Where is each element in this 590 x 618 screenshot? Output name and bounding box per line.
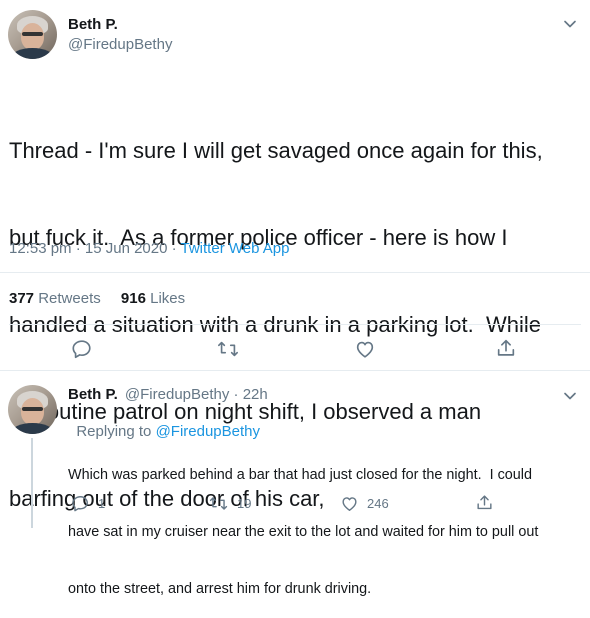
reply-icon[interactable] <box>71 338 93 360</box>
reply-tweet-header: Beth P. @FiredupBethy · 22h <box>68 386 268 403</box>
reply-tweet-text-line: onto the street, and arrest him for drun… <box>68 581 372 597</box>
main-tweet-source[interactable]: Twitter Web App <box>181 240 290 257</box>
like-icon <box>340 494 359 513</box>
divider <box>9 324 581 325</box>
reply-tweet-avatar[interactable] <box>8 385 57 434</box>
main-tweet-stats: 377 Retweets 916 Likes <box>9 290 185 307</box>
like-count: 246 <box>367 496 389 511</box>
main-tweet-author-name[interactable]: Beth P. <box>68 16 118 33</box>
reply-tweet-handle-time[interactable]: @FiredupBethy · 22h <box>125 386 268 403</box>
divider <box>0 272 590 273</box>
reply-tweet-text-line: Which was parked behind a bar that had j… <box>68 467 532 483</box>
main-tweet-timestamp-row: 12:53 pm · 15 Jun 2020 · Twitter Web App <box>9 240 289 257</box>
retweets-label: Retweets <box>38 290 101 307</box>
likes-count: 916 <box>120 290 146 307</box>
main-tweet-timestamp[interactable]: 12:53 pm · 15 Jun 2020 · <box>9 240 181 257</box>
reply-tweet-text: Which was parked behind a bar that had j… <box>68 428 538 618</box>
main-tweet-avatar[interactable] <box>8 10 57 59</box>
retweet-count: 19 <box>237 496 252 511</box>
retweet-icon[interactable] <box>216 338 240 360</box>
main-tweet-text-line: Thread - I'm sure I will get savaged onc… <box>9 138 543 163</box>
reply-action-retweet[interactable]: 19 <box>208 494 251 513</box>
retweets-stat[interactable]: 377 Retweets <box>9 290 105 307</box>
reply-action-reply[interactable]: 1 <box>71 494 105 513</box>
retweets-count: 377 <box>9 290 35 307</box>
chevron-down-icon[interactable] <box>560 14 580 34</box>
chevron-down-icon[interactable] <box>560 386 580 406</box>
main-tweet-author-handle[interactable]: @FiredupBethy <box>68 36 172 53</box>
reply-count: 1 <box>98 496 106 511</box>
reply-action-like[interactable]: 246 <box>340 494 389 513</box>
reply-tweet-text-line: have sat in my cruiser near the exit to … <box>68 524 539 540</box>
divider <box>0 370 590 371</box>
retweet-icon <box>208 494 229 513</box>
share-icon[interactable] <box>475 493 494 512</box>
reply-icon <box>71 494 90 513</box>
share-icon[interactable] <box>495 337 517 359</box>
thread-line <box>31 438 33 528</box>
likes-label: Likes <box>150 290 186 307</box>
likes-stat[interactable]: 916 Likes <box>121 290 185 307</box>
reply-tweet-author-name[interactable]: Beth P. <box>68 386 118 403</box>
like-icon[interactable] <box>354 338 376 360</box>
